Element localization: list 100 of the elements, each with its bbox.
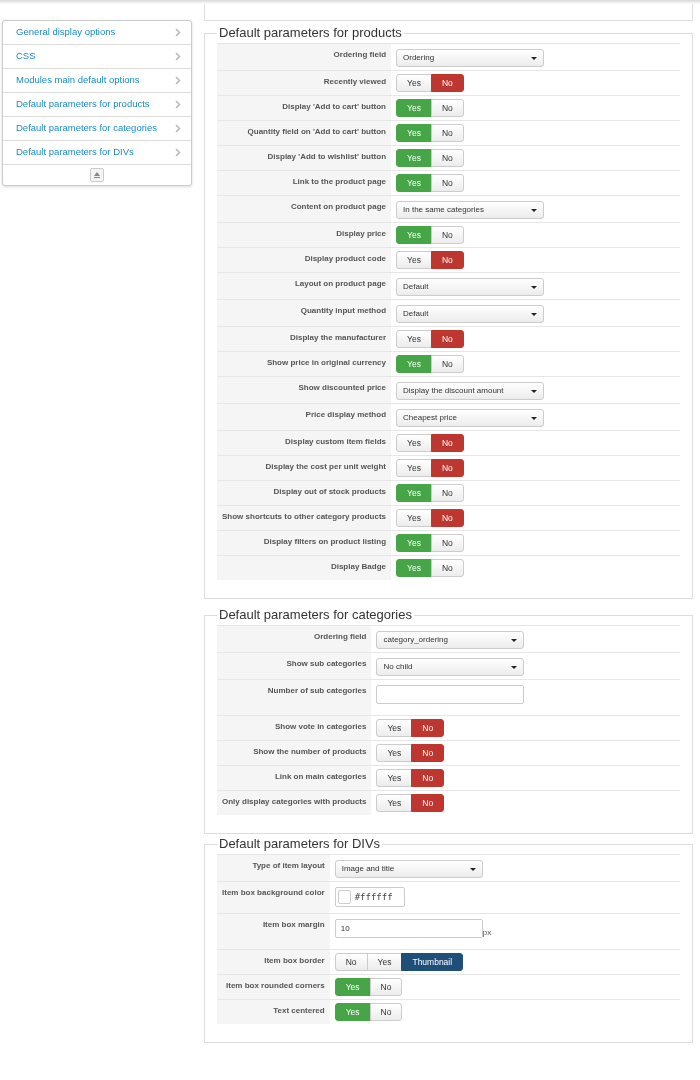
caret-down-icon	[469, 867, 476, 871]
toggle-option[interactable]: Yes	[396, 330, 432, 348]
toggle-option[interactable]: No	[430, 226, 464, 244]
field-label: Show vote in categories	[274, 722, 367, 731]
field-label: Number of sub categories	[267, 686, 367, 695]
field-label: Show discounted price	[298, 383, 386, 392]
field-label: Item box background color	[222, 888, 325, 897]
field-label: Item box margin	[262, 920, 325, 929]
toggle-option[interactable]: No	[369, 978, 403, 996]
toggle-option[interactable]: No	[411, 794, 445, 812]
sidebar-item[interactable]: Default parameters for DIVs	[3, 141, 191, 165]
sidebar-item[interactable]: CSS	[3, 45, 191, 69]
caret-down-icon	[531, 285, 537, 289]
field-label: Link to the product page	[292, 177, 386, 186]
field-label: Ordering field	[333, 50, 386, 59]
field-label: Display price	[336, 229, 386, 238]
toggle-option[interactable]: Yes	[366, 953, 403, 971]
toggle-option[interactable]: No	[411, 719, 445, 737]
toggle-option[interactable]: Yes	[376, 769, 413, 787]
caret-down-icon	[531, 389, 537, 393]
toggle-option[interactable]: No	[430, 459, 464, 477]
chevron-right-icon	[175, 76, 181, 85]
dropdown[interactable]: No child	[376, 658, 525, 676]
toggle-option[interactable]: No	[430, 74, 464, 92]
dropdown[interactable]: Image and title	[334, 860, 483, 878]
chevron-right-icon	[175, 52, 181, 61]
toggle-option[interactable]: No	[411, 744, 445, 762]
caret-down-icon	[511, 665, 518, 669]
dropdown[interactable]: In the same categories	[396, 201, 544, 219]
dropdown[interactable]: Ordering	[396, 49, 544, 67]
toggle-option[interactable]: Yes	[396, 74, 432, 92]
toggle-option[interactable]: Yes	[376, 719, 413, 737]
toggle-option[interactable]: Thumbnail	[401, 953, 464, 971]
toggle-option[interactable]: No	[430, 251, 464, 269]
collapse-button[interactable]	[90, 168, 104, 182]
input-field[interactable]	[376, 685, 525, 704]
caret-down-icon	[531, 312, 537, 316]
toggle-option[interactable]: No	[430, 534, 464, 552]
color-swatch[interactable]	[337, 890, 351, 904]
field-label: Only display categories with products	[222, 797, 367, 806]
toggle-option[interactable]: No	[430, 149, 464, 167]
toggle-option[interactable]: Yes	[396, 509, 432, 527]
sidebar-item[interactable]: Default parameters for categories	[3, 117, 191, 141]
field-label: Item box border	[264, 956, 325, 965]
chevron-right-icon	[175, 124, 181, 133]
toggle-option[interactable]: No	[430, 124, 464, 142]
sidebar-item[interactable]: General display options	[3, 21, 191, 45]
dropdown[interactable]: Cheapest price	[396, 409, 544, 427]
chevron-right-icon	[175, 100, 181, 109]
field-label: Show price in original currency	[266, 358, 386, 367]
toggle-option[interactable]: No	[411, 769, 445, 787]
dropdown[interactable]: Default	[396, 305, 544, 323]
field-label: Display product code	[304, 254, 386, 263]
sidebar-item[interactable]: Modules main default options	[3, 69, 191, 93]
field-label: Display the cost per unit weight	[265, 462, 386, 471]
field-label: Text centered	[273, 1006, 325, 1015]
toggle-option[interactable]: Yes	[396, 251, 432, 269]
toggle-option[interactable]: No	[430, 355, 464, 373]
dropdown[interactable]: Display the discount amount	[396, 382, 544, 400]
field-label: Display the manufacturer	[290, 333, 386, 342]
caret-down-icon	[511, 638, 518, 642]
toggle-option[interactable]: Yes	[396, 459, 432, 477]
field-label: Display 'Add to cart' button	[282, 102, 386, 111]
field-label: Display filters on product listing	[263, 537, 386, 546]
input-field[interactable]: 10	[334, 919, 483, 938]
field-label: Display custom item fields	[285, 437, 386, 446]
caret-down-icon	[531, 208, 537, 212]
toggle-option[interactable]: No	[430, 484, 464, 502]
color-field[interactable]: #ffffff	[334, 887, 405, 907]
eject-icon	[93, 171, 101, 179]
field-label: Price display method	[305, 410, 386, 419]
chevron-right-icon	[175, 148, 181, 157]
section-title: Default parameters for categories	[218, 607, 413, 623]
chevron-right-icon	[175, 28, 181, 37]
dropdown[interactable]: Default	[396, 278, 544, 296]
field-label: Ordering field	[314, 632, 367, 641]
toggle-option[interactable]: No	[430, 509, 464, 527]
field-label: Show the number of products	[253, 747, 367, 756]
field-label: Display 'Add to wishlist' button	[267, 152, 386, 161]
toggle-option[interactable]: No	[430, 330, 464, 348]
field-label: Recently viewed	[323, 77, 386, 86]
toggle-option[interactable]: No	[430, 559, 464, 577]
toggle-option[interactable]: No	[430, 174, 464, 192]
field-label: Show sub categories	[286, 659, 367, 668]
field-label: Display Badge	[330, 562, 386, 571]
field-label: Quantity field on 'Add to cart' button	[247, 127, 386, 136]
sidebar-item[interactable]: Default parameters for products	[3, 93, 191, 117]
toggle-option[interactable]: Yes	[376, 744, 413, 762]
section-title: Default parameters for products	[218, 25, 403, 41]
toggle-option[interactable]: No	[430, 99, 464, 117]
toggle-option[interactable]: No	[369, 1003, 403, 1021]
caret-down-icon	[531, 416, 537, 420]
field-label: Layout on product page	[294, 279, 386, 288]
caret-down-icon	[531, 56, 537, 60]
toggle-option[interactable]: No	[430, 434, 464, 452]
dropdown[interactable]: category_ordering	[376, 631, 525, 649]
toggle-option[interactable]: Yes	[376, 794, 413, 812]
toggle-option[interactable]: Yes	[396, 434, 432, 452]
section-title: Default parameters for DIVs	[218, 836, 382, 852]
toggle-option[interactable]: No	[334, 953, 368, 971]
